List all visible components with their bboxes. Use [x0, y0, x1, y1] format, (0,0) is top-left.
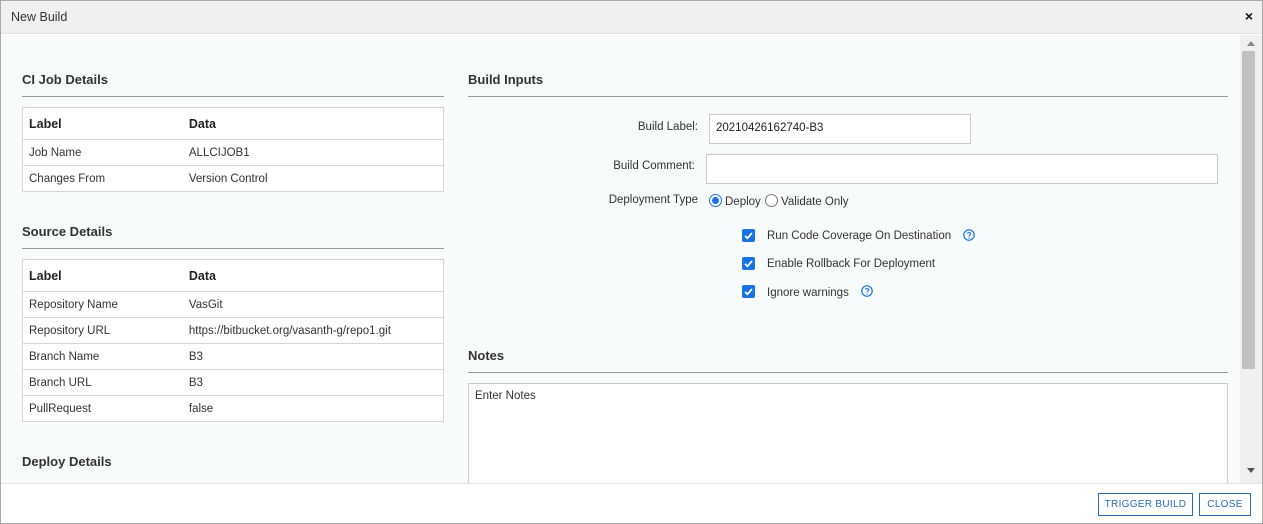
scroll-thumb[interactable] — [1242, 51, 1255, 369]
close-button[interactable]: CLOSE — [1199, 493, 1251, 516]
table-row: PullRequest false — [22, 395, 444, 422]
table-header-row: Label Data — [23, 260, 444, 292]
check-icon — [744, 260, 753, 268]
build-inputs-title: Build Inputs — [468, 72, 544, 87]
divider — [22, 248, 444, 249]
build-comment-label: Build Comment: — [613, 160, 695, 172]
help-icon[interactable] — [963, 229, 975, 241]
notes-title: Notes — [468, 348, 505, 363]
divider — [22, 96, 444, 97]
table-row: Branch URL B3 — [22, 369, 444, 396]
row-value: B3 — [182, 343, 444, 370]
build-comment-input[interactable] — [706, 154, 1218, 184]
scroll-up-arrow-icon[interactable] — [1247, 41, 1255, 46]
row-value: https://bitbucket.org/vasanth-g/repo1.gi… — [182, 317, 444, 344]
dialog-title: New Build — [11, 10, 68, 24]
row-value: false — [182, 395, 444, 422]
ignore-warnings-label: Ignore warnings — [767, 287, 849, 299]
column-header: Label — [29, 116, 62, 131]
row-label: Changes From — [22, 165, 183, 192]
trigger-build-button[interactable]: TRIGGER BUILD — [1098, 493, 1193, 516]
new-build-dialog: New Build × CI Job Details Label Data Jo… — [0, 0, 1263, 524]
check-icon — [744, 232, 753, 240]
row-value: VasGit — [182, 291, 444, 318]
column-header: Label — [29, 268, 62, 283]
ci-job-table: Label Data Job Name ALLCIJOB1 Changes Fr… — [22, 107, 444, 192]
check-icon — [744, 288, 753, 296]
divider — [468, 96, 1228, 97]
row-label: Branch URL — [22, 369, 183, 396]
notes-textarea[interactable]: Enter Notes — [468, 383, 1228, 483]
row-value: ALLCIJOB1 — [182, 139, 444, 166]
run-code-coverage-checkbox[interactable] — [742, 229, 755, 242]
ci-job-details-title: CI Job Details — [22, 72, 108, 87]
row-value: Version Control — [182, 165, 444, 192]
dialog-titlebar: New Build × — [1, 1, 1262, 34]
dialog-body: CI Job Details Label Data Job Name ALLCI… — [1, 35, 1240, 483]
validate-only-radio[interactable] — [765, 194, 778, 207]
build-label-input[interactable]: 20210426162740-B3 — [709, 114, 971, 144]
vertical-scrollbar[interactable] — [1240, 35, 1262, 483]
table-header-row: Label Data — [23, 108, 444, 140]
build-label-label: Build Label: — [637, 121, 698, 133]
row-label: Repository URL — [22, 317, 183, 344]
ignore-warnings-checkbox[interactable] — [742, 285, 755, 298]
help-icon[interactable] — [861, 285, 873, 297]
row-label: PullRequest — [22, 395, 183, 422]
row-value: B3 — [182, 369, 444, 396]
row-label: Repository Name — [22, 291, 183, 318]
deploy-radio-label[interactable]: Deploy — [725, 196, 761, 208]
table-row: Repository URL https://bitbucket.org/vas… — [22, 317, 444, 344]
table-row: Repository Name VasGit — [22, 291, 444, 318]
run-code-coverage-label: Run Code Coverage On Destination — [767, 230, 952, 242]
source-table: Label Data Repository Name VasGit Reposi… — [22, 259, 444, 422]
scroll-down-arrow-icon[interactable] — [1247, 468, 1255, 473]
divider — [468, 372, 1228, 373]
enable-rollback-label: Enable Rollback For Deployment — [767, 258, 936, 270]
deploy-details-title: Deploy Details — [22, 454, 112, 469]
deploy-radio[interactable] — [709, 194, 722, 207]
close-icon[interactable]: × — [1245, 9, 1253, 23]
source-details-title: Source Details — [22, 224, 113, 239]
row-label: Branch Name — [22, 343, 183, 370]
enable-rollback-checkbox[interactable] — [742, 257, 755, 270]
dialog-footer: TRIGGER BUILD CLOSE — [1, 483, 1262, 523]
deployment-type-label: Deployment Type — [608, 194, 698, 206]
column-header: Data — [188, 116, 216, 131]
column-header: Data — [188, 268, 216, 283]
table-row: Branch Name B3 — [22, 343, 444, 370]
row-label: Job Name — [22, 139, 183, 166]
table-row: Job Name ALLCIJOB1 — [22, 139, 444, 166]
validate-only-radio-label[interactable]: Validate Only — [781, 196, 849, 208]
table-row: Changes From Version Control — [22, 165, 444, 192]
